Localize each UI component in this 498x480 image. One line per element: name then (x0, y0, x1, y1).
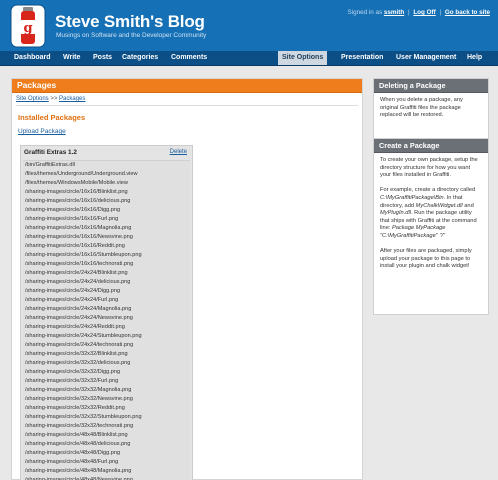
package-file-row: /sharing-images/circle/24x24/Magnolia.pn… (25, 306, 132, 312)
create-upload-text: After your files are packaged, simply up… (380, 248, 472, 270)
package-file-row: /sharing-images/circle/24x24/delicious.p… (25, 279, 131, 285)
log-off-link[interactable]: Log Off (413, 9, 435, 16)
package-file-row: /sharing-images/circle/24x24/Digg.png (25, 288, 121, 294)
package-file-row: /sharing-images/circle/16x16/technorati.… (25, 261, 134, 267)
package-file-row: /sharing-images/circle/32x32/Furl.png (25, 378, 119, 384)
create-package-box: Create a Package To create your own pack… (373, 138, 489, 315)
package-file-row: /sharing-images/circle/16x16/Reddit.png (25, 243, 125, 249)
package-file-row: /sharing-images/circle/24x24/Furl.png (25, 297, 119, 303)
text-fragment: For example, create a directory called (380, 187, 476, 194)
nav-presentation[interactable]: Presentation (341, 51, 383, 65)
package-file-row: /sharing-images/circle/48x48/Blinklist.p… (25, 432, 128, 438)
blog-subtitle: Musings on Software and the Developer Co… (56, 32, 207, 39)
package-file-row: /sharing-images/circle/16x16/delicious.p… (25, 198, 131, 204)
example-directory-path: C:\MyGraffitiPackage\Bin (380, 194, 444, 201)
example-widget-file: MyChalkWidget.dll (415, 202, 463, 209)
example-plugin-file: MyPlugIn.dll (380, 210, 411, 217)
package-file-row: /sharing-images/circle/16x16/Digg.png (25, 207, 121, 213)
breadcrumb: Site Options >> Packages (16, 94, 358, 106)
package-file-row: /sharing-images/circle/32x32/Stumbleupon… (25, 414, 142, 420)
main-nav: Dashboard Write Posts Categories Comment… (0, 51, 498, 66)
upload-package-link[interactable]: Upload Package (18, 128, 66, 135)
nav-categories[interactable]: Categories (122, 51, 158, 65)
package-file-row: /sharing-images/circle/24x24/Newsvine.pn… (25, 315, 133, 321)
panel-title: Packages (17, 80, 57, 90)
packages-panel: Packages Site Options >> Packages Instal… (11, 78, 363, 480)
nav-site-options[interactable]: Site Options (278, 51, 328, 65)
nav-help[interactable]: Help (467, 51, 482, 65)
package-file-row: /sharing-images/circle/24x24/Reddit.png (25, 324, 125, 330)
package-file-row: /sharing-images/circle/16x16/Furl.png (25, 216, 119, 222)
package-file-list[interactable]: /bin/GraffitiExtras.dll/files/themes/Und… (23, 160, 190, 480)
package-file-row: /files/themes/Underground/Underground.vi… (25, 171, 138, 177)
user-bar: Signed in as ssmith | Log Off | Go back … (347, 9, 490, 16)
nav-comments[interactable]: Comments (171, 51, 207, 65)
graffiti-logo-icon[interactable]: g (10, 4, 46, 48)
package-file-row: /sharing-images/circle/32x32/Blinklist.p… (25, 351, 128, 357)
package-file-row: /sharing-images/circle/24x24/Stumbleupon… (25, 333, 142, 339)
package-file-row: /sharing-images/circle/48x48/Newsvine.pn… (25, 477, 133, 480)
create-example-text: For example, create a directory called C… (380, 187, 482, 240)
site-header: g Steve Smith's Blog Musings on Software… (0, 0, 498, 51)
package-file-row: /sharing-images/circle/16x16/Stumbleupon… (25, 252, 142, 258)
package-file-row: /sharing-images/circle/16x16/Newsvine.pn… (25, 234, 133, 240)
package-file-row: /sharing-images/circle/24x24/Blinklist.p… (25, 270, 128, 276)
package-file-row: /sharing-images/circle/16x16/Magnolia.pn… (25, 225, 132, 231)
text-fragment: and (462, 202, 474, 209)
separator: | (439, 9, 442, 16)
package-file-row: /bin/GraffitiExtras.dll (25, 162, 75, 168)
package-file-row: /sharing-images/circle/32x32/Newsvine.pn… (25, 396, 133, 402)
breadcrumb-separator: >> (50, 96, 58, 102)
package-file-row: /sharing-images/circle/32x32/Magnolia.pn… (25, 387, 132, 393)
svg-text:g: g (23, 21, 32, 36)
package-file-row: /sharing-images/circle/48x48/delicious.p… (25, 441, 131, 447)
package-file-row: /files/themes/WindowsMobile/Mobile.view (25, 180, 128, 186)
nav-write[interactable]: Write (63, 51, 80, 65)
package-file-row: /sharing-images/circle/48x48/Magnolia.pn… (25, 468, 132, 474)
package-file-row: /sharing-images/circle/32x32/Digg.png (25, 369, 121, 375)
nav-dashboard[interactable]: Dashboard (14, 51, 51, 65)
separator: | (407, 9, 410, 16)
deleting-package-text: When you delete a package, any original … (380, 97, 463, 119)
package-file-row: /sharing-images/circle/48x48/Furl.png (25, 459, 119, 465)
nav-user-management[interactable]: User Management (396, 51, 456, 65)
package-name: Graffiti Extras 1.2 (24, 149, 77, 156)
create-package-body: To create your own package, setup the di… (374, 153, 488, 275)
username-link[interactable]: ssmith (384, 9, 404, 16)
deleting-package-box: Deleting a Package When you delete a pac… (373, 78, 489, 140)
breadcrumb-packages[interactable]: Packages (59, 96, 85, 102)
package-file-row: /sharing-images/circle/24x24/technorati.… (25, 342, 134, 348)
nav-posts[interactable]: Posts (93, 51, 112, 65)
signed-in-label: Signed in as (347, 9, 383, 16)
package-file-row: /sharing-images/circle/32x32/technorati.… (25, 423, 134, 429)
back-to-site-link[interactable]: Go back to site (445, 9, 490, 16)
deleting-package-title: Deleting a Package (374, 79, 488, 93)
package-file-row: /sharing-images/circle/32x32/delicious.p… (25, 360, 131, 366)
blog-title: Steve Smith's Blog (55, 12, 205, 31)
package-card: Graffiti Extras 1.2 Delete /bin/Graffiti… (20, 145, 193, 480)
installed-packages-heading: Installed Packages (18, 113, 86, 122)
panel-header: Packages (12, 79, 362, 93)
delete-package-link[interactable]: Delete (170, 149, 187, 155)
package-file-row: /sharing-images/circle/32x32/Reddit.png (25, 405, 125, 411)
breadcrumb-site-options[interactable]: Site Options (16, 96, 49, 102)
create-package-title: Create a Package (374, 139, 488, 153)
package-file-row: /sharing-images/circle/48x48/Digg.png (25, 450, 121, 456)
package-file-row: /sharing-images/circle/16x16/Blinklist.p… (25, 189, 128, 195)
deleting-package-body: When you delete a package, any original … (374, 93, 488, 124)
create-intro-text: To create your own package, setup the di… (380, 157, 478, 179)
